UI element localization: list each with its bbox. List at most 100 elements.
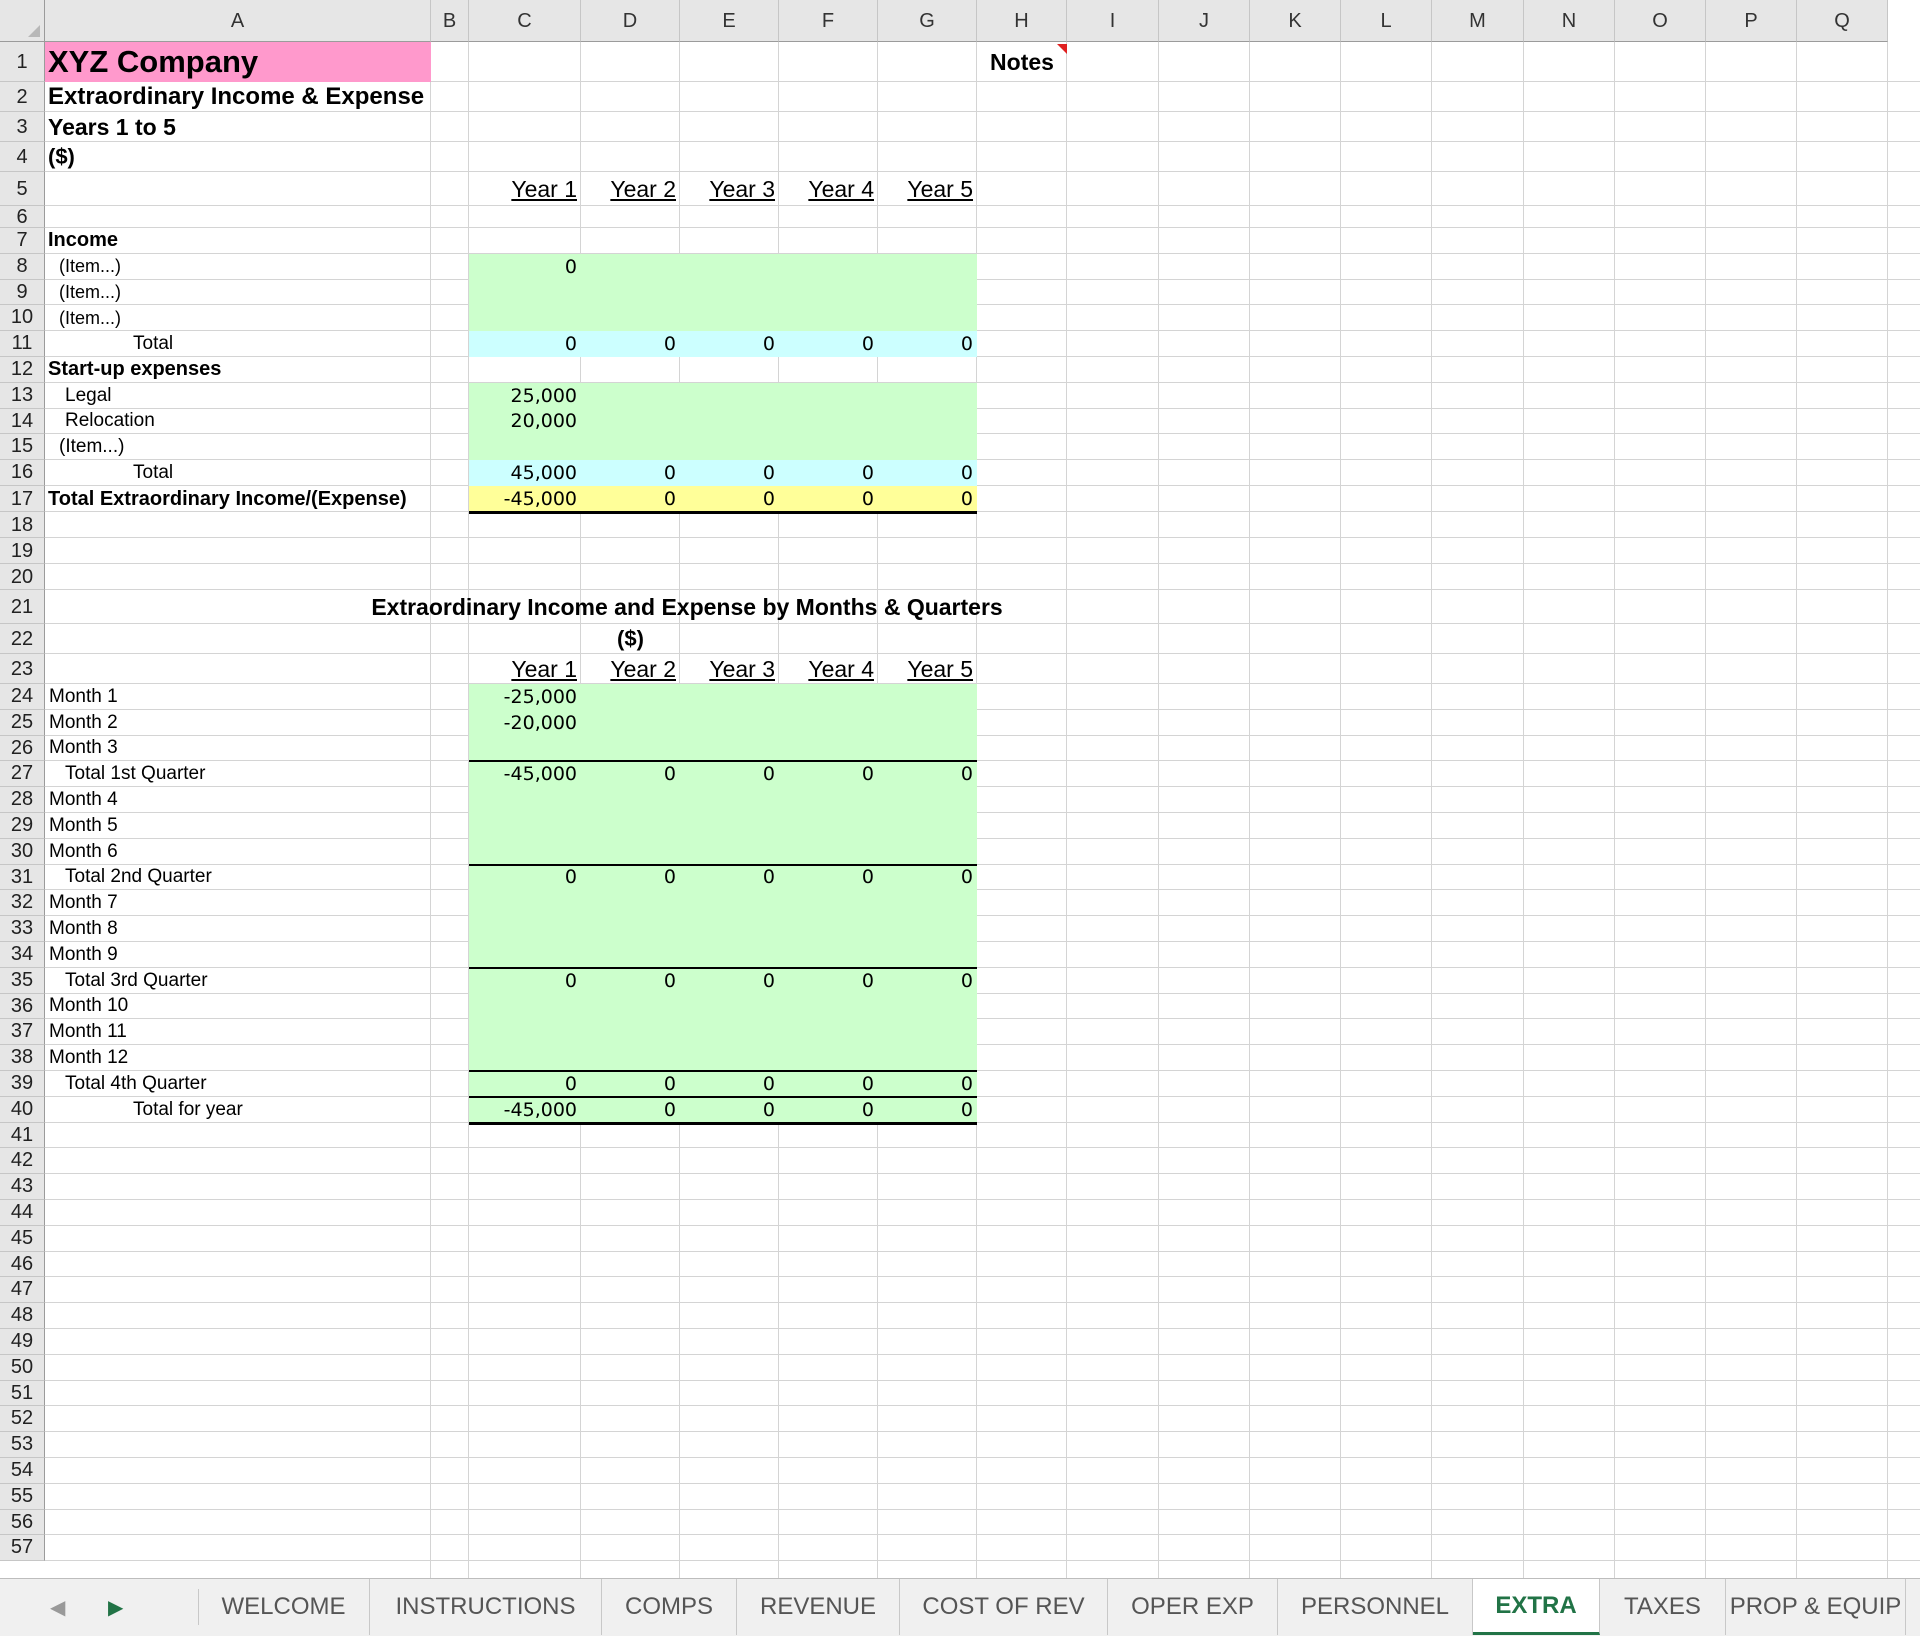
row-header-25[interactable]: 25 xyxy=(0,709,45,736)
income-item-value[interactable] xyxy=(680,305,779,331)
month-value[interactable] xyxy=(779,839,878,865)
month-value[interactable] xyxy=(469,1045,581,1071)
startup-item-value[interactable] xyxy=(581,434,680,460)
row-header-31[interactable]: 31 xyxy=(0,864,45,891)
income-total-value[interactable]: 0 xyxy=(680,331,779,357)
column-header-q[interactable]: Q xyxy=(1797,0,1888,42)
month-value[interactable] xyxy=(878,813,977,839)
row-header-17[interactable]: 17 xyxy=(0,486,45,512)
column-header-l[interactable]: L xyxy=(1341,0,1432,42)
scroll-tabs-left-icon[interactable]: ◀ xyxy=(50,1595,65,1620)
grand-total-value[interactable]: 0 xyxy=(680,486,779,512)
column-header-h[interactable]: H xyxy=(977,0,1067,42)
row-header-10[interactable]: 10 xyxy=(0,305,45,332)
month-value[interactable] xyxy=(878,839,977,865)
column-header-e[interactable]: E xyxy=(680,0,779,42)
period-total-value[interactable]: 0 xyxy=(878,1071,977,1097)
row-header-44[interactable]: 44 xyxy=(0,1200,45,1226)
year-header-4[interactable]: Year 4 xyxy=(779,172,878,206)
sheet-tab-personnel[interactable]: PERSONNEL xyxy=(1278,1579,1473,1635)
row-header-23[interactable]: 23 xyxy=(0,654,45,684)
year-header-5[interactable]: Year 5 xyxy=(878,172,977,206)
row-header-45[interactable]: 45 xyxy=(0,1225,45,1252)
row-header-39[interactable]: 39 xyxy=(0,1071,45,1097)
income-item-value[interactable] xyxy=(878,254,977,280)
period-total-value[interactable]: 0 xyxy=(680,1097,779,1123)
income-item-value[interactable] xyxy=(469,280,581,306)
column-header-f[interactable]: F xyxy=(779,0,878,42)
startup-item-value[interactable] xyxy=(581,409,680,435)
column-header-d[interactable]: D xyxy=(581,0,680,42)
startup-total-value[interactable]: 0 xyxy=(878,460,977,486)
row-header-42[interactable]: 42 xyxy=(0,1148,45,1175)
period-total-value[interactable]: 0 xyxy=(878,761,977,787)
row-header-52[interactable]: 52 xyxy=(0,1406,45,1433)
row-header-46[interactable]: 46 xyxy=(0,1251,45,1278)
row-header-21[interactable]: 21 xyxy=(0,590,45,624)
month-value[interactable] xyxy=(680,813,779,839)
month-label[interactable]: Month 9 xyxy=(45,942,431,968)
period-total-value[interactable]: 0 xyxy=(878,865,977,891)
month-value[interactable] xyxy=(779,813,878,839)
month-value[interactable] xyxy=(469,839,581,865)
month-label[interactable]: Month 4 xyxy=(45,787,431,813)
grand-total-value[interactable]: 0 xyxy=(779,486,878,512)
income-item-value[interactable] xyxy=(779,254,878,280)
month-value[interactable] xyxy=(581,1045,680,1071)
row-header-4[interactable]: 4 xyxy=(0,142,45,172)
month-value[interactable] xyxy=(779,684,878,710)
column-header-j[interactable]: J xyxy=(1159,0,1250,42)
report-subtitle[interactable]: Extraordinary Income & Expense xyxy=(45,82,431,112)
month-value[interactable] xyxy=(469,942,581,968)
startup-total-value[interactable]: 45,000 xyxy=(469,460,581,486)
startup-item-value[interactable] xyxy=(878,409,977,435)
startup-item-label[interactable]: Relocation xyxy=(45,409,431,435)
row-header-50[interactable]: 50 xyxy=(0,1354,45,1381)
month-value[interactable] xyxy=(581,1019,680,1045)
month-value[interactable] xyxy=(779,710,878,736)
column-header-a[interactable]: A xyxy=(45,0,431,42)
income-item-value[interactable] xyxy=(581,280,680,306)
startup-item-value[interactable] xyxy=(878,383,977,409)
year-header-2[interactable]: Year 2 xyxy=(581,172,680,206)
period-total-value[interactable]: 0 xyxy=(581,968,680,994)
row-header-54[interactable]: 54 xyxy=(0,1458,45,1484)
period-total-value[interactable]: 0 xyxy=(779,1071,878,1097)
month-value[interactable] xyxy=(680,710,779,736)
period-total-value[interactable]: 0 xyxy=(581,761,680,787)
income-heading[interactable]: Income xyxy=(45,228,431,254)
startup-item-value[interactable] xyxy=(581,383,680,409)
month-label[interactable]: Month 6 xyxy=(45,839,431,865)
month-value[interactable] xyxy=(878,1019,977,1045)
month-value[interactable] xyxy=(469,994,581,1020)
month-value[interactable] xyxy=(878,942,977,968)
row-header-13[interactable]: 13 xyxy=(0,382,45,409)
startup-item-value[interactable] xyxy=(680,383,779,409)
startup-total-value[interactable]: 0 xyxy=(779,460,878,486)
period-total-value[interactable]: 0 xyxy=(779,865,878,891)
month-value[interactable] xyxy=(680,916,779,942)
row-header-18[interactable]: 18 xyxy=(0,512,45,538)
column-header-b[interactable]: B xyxy=(431,0,469,42)
month-value[interactable] xyxy=(779,736,878,762)
row-header-20[interactable]: 20 xyxy=(0,564,45,590)
row-header-43[interactable]: 43 xyxy=(0,1174,45,1200)
period-total-value[interactable]: 0 xyxy=(878,968,977,994)
sheet-tab-comps[interactable]: COMPS xyxy=(602,1579,737,1635)
income-item-label[interactable]: (Item...) xyxy=(45,254,431,280)
startup-item-label[interactable]: Legal xyxy=(45,383,431,409)
income-total-value[interactable]: 0 xyxy=(779,331,878,357)
row-header-32[interactable]: 32 xyxy=(0,890,45,917)
period-total-value[interactable]: 0 xyxy=(680,865,779,891)
year-header-4[interactable]: Year 4 xyxy=(779,654,878,684)
month-value[interactable]: -25,000 xyxy=(469,684,581,710)
row-header-33[interactable]: 33 xyxy=(0,916,45,942)
month-value[interactable] xyxy=(680,890,779,916)
period-total-value[interactable]: 0 xyxy=(469,865,581,891)
month-value[interactable] xyxy=(779,1019,878,1045)
income-item-value[interactable]: 0 xyxy=(469,254,581,280)
month-value[interactable] xyxy=(581,684,680,710)
month-label[interactable]: Month 10 xyxy=(45,994,431,1020)
period-total-value[interactable]: 0 xyxy=(581,1097,680,1123)
startup-item-value[interactable]: 20,000 xyxy=(469,409,581,435)
